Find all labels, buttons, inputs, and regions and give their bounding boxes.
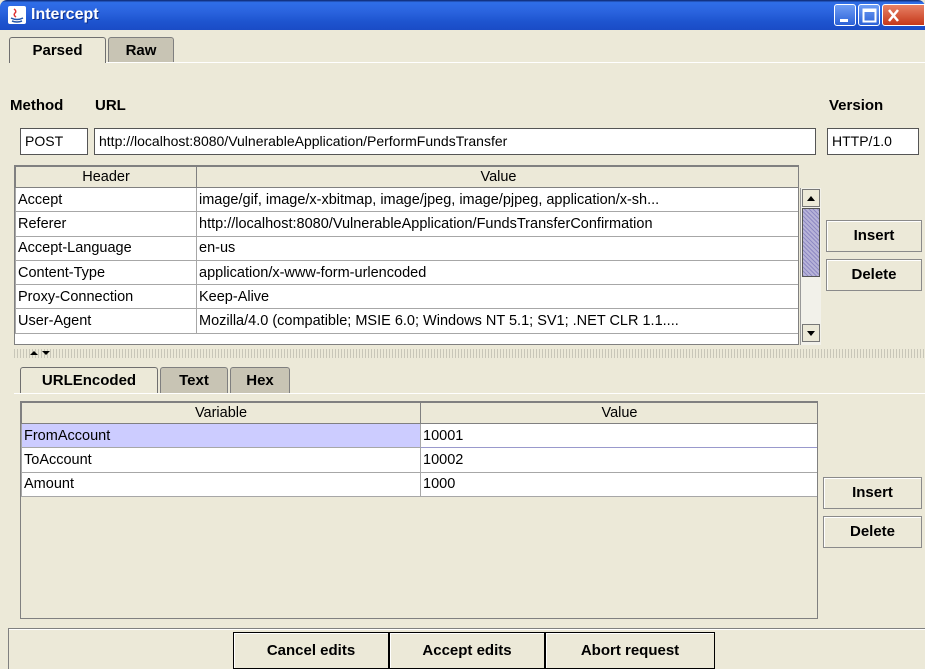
header-name[interactable]: Content-Type [15, 259, 197, 286]
method-field[interactable]: POST [20, 128, 88, 155]
scroll-thumb[interactable] [802, 208, 820, 277]
var-delete-button[interactable]: Delete [823, 516, 922, 548]
value-column[interactable]: Value [196, 166, 798, 188]
header-value[interactable]: Keep-Alive [196, 284, 798, 310]
minimize-icon [840, 19, 848, 22]
split-arrows-icon [30, 351, 50, 355]
variable-value[interactable]: 1000 [420, 471, 817, 497]
vars-table: Variable Value FromAccount 10001 ToAccou… [21, 402, 817, 497]
header-insert-button[interactable]: Insert [826, 220, 922, 252]
header-column[interactable]: Header [15, 166, 197, 188]
header-name[interactable]: Referer [15, 211, 197, 237]
tab-divider [9, 62, 925, 63]
header-name[interactable]: Proxy-Connection [15, 284, 197, 310]
maximize-button[interactable] [858, 4, 880, 26]
table-row[interactable]: Accept image/gif, image/x-xbitmap, image/… [15, 186, 798, 213]
accept-edits-button[interactable]: Accept edits [389, 632, 545, 669]
headers-table-container: Header Value Accept image/gif, image/x-xb… [14, 165, 799, 345]
header-delete-button[interactable]: Delete [826, 259, 922, 291]
url-label: URL [95, 97, 126, 114]
footer-left-edge [8, 628, 9, 669]
var-value-column[interactable]: Value [420, 402, 817, 424]
tab-divider-2 [14, 393, 925, 394]
variable-value[interactable]: 10002 [420, 447, 817, 473]
header-value[interactable]: http://localhost:8080/VulnerableApplicat… [196, 211, 798, 237]
table-row[interactable]: Referer http://localhost:8080/VulnerableA… [15, 211, 798, 237]
variable-column[interactable]: Variable [21, 402, 421, 424]
variable-name[interactable]: FromAccount [21, 422, 421, 449]
abort-request-button[interactable]: Abort request [545, 632, 715, 669]
minimize-button[interactable] [834, 4, 856, 26]
window-title: Intercept [31, 6, 99, 23]
variable-name[interactable]: ToAccount [21, 447, 421, 473]
table-row[interactable]: Accept-Language en-us [15, 235, 798, 261]
split-divider[interactable] [14, 349, 925, 358]
cancel-edits-button[interactable]: Cancel edits [233, 632, 389, 669]
tab-hex[interactable]: Hex [230, 367, 290, 393]
header-value[interactable]: Mozilla/4.0 (compatible; MSIE 6.0; Windo… [196, 308, 798, 334]
table-row[interactable]: ToAccount 10002 [21, 447, 817, 473]
arrow-up-icon [807, 196, 815, 201]
header-value[interactable]: image/gif, image/x-xbitmap, image/jpeg, … [196, 186, 798, 213]
scroll-up-button[interactable] [802, 189, 820, 207]
arrow-down-icon [807, 331, 815, 336]
variable-value[interactable]: 10001 [420, 422, 817, 449]
table-row[interactable]: FromAccount 10001 [21, 422, 817, 449]
header-value[interactable]: en-us [196, 235, 798, 261]
vars-table-container: Variable Value FromAccount 10001 ToAccou… [20, 401, 818, 619]
url-field[interactable]: http://localhost:8080/VulnerableApplicat… [94, 128, 816, 155]
java-icon [7, 5, 27, 25]
headers-scrollbar[interactable] [800, 188, 821, 345]
header-value[interactable]: application/x-www-form-urlencoded [196, 259, 798, 286]
intercept-window: Intercept Parsed Raw Method URL Version … [0, 0, 925, 669]
table-row[interactable]: Content-Type application/x-www-form-urlen… [15, 259, 798, 286]
header-name[interactable]: Accept [15, 186, 197, 213]
tab-raw[interactable]: Raw [108, 37, 174, 63]
headers-table: Header Value Accept image/gif, image/x-xb… [15, 166, 798, 334]
close-button[interactable] [882, 4, 925, 26]
version-field[interactable]: HTTP/1.0 [827, 128, 919, 155]
header-name[interactable]: User-Agent [15, 308, 197, 334]
table-row[interactable]: User-Agent Mozilla/4.0 (compatible; MSIE … [15, 308, 798, 334]
title-bar[interactable]: Intercept [0, 0, 925, 30]
close-icon [888, 9, 899, 22]
header-name[interactable]: Accept-Language [15, 235, 197, 261]
variable-name[interactable]: Amount [21, 471, 421, 497]
var-insert-button[interactable]: Insert [823, 477, 922, 509]
tab-urlencoded[interactable]: URLEncoded [20, 367, 158, 393]
method-label: Method [10, 97, 64, 114]
maximize-icon [862, 8, 877, 23]
version-label: Version [829, 97, 884, 114]
table-row[interactable]: Proxy-Connection Keep-Alive [15, 284, 798, 310]
scroll-down-button[interactable] [802, 324, 820, 342]
tab-parsed[interactable]: Parsed [9, 37, 106, 63]
table-row[interactable]: Amount 1000 [21, 471, 817, 497]
tab-text[interactable]: Text [160, 367, 228, 393]
